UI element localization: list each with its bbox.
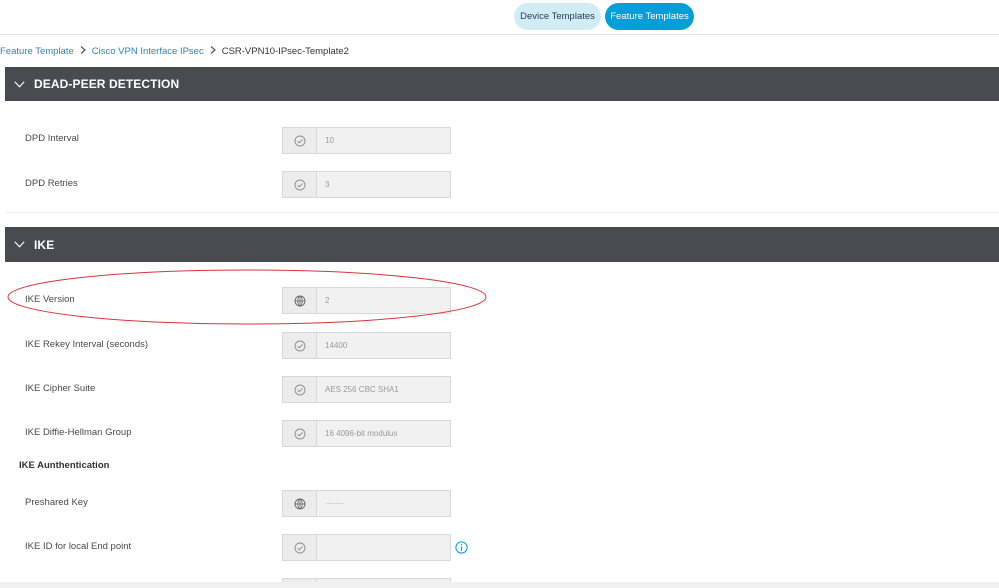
feature-templates-tab[interactable]: Feature Templates — [605, 3, 694, 30]
check-circle-icon — [294, 542, 305, 553]
chevron-down-icon — [13, 239, 25, 251]
scope-selector[interactable] — [282, 420, 316, 447]
ike-cipher-suite-label: IKE Cipher Suite — [25, 383, 96, 394]
ike-dh-group-label: IKE Diffie-Hellman Group — [25, 427, 132, 438]
section-title: DEAD-PEER DETECTION — [34, 77, 180, 91]
section-title: IKE — [34, 237, 55, 252]
section-divider — [5, 212, 999, 213]
ike-authentication-heading: IKE Aunthentication — [19, 460, 110, 471]
check-circle-icon — [294, 384, 305, 395]
dead-peer-detection-section-header[interactable]: DEAD-PEER DETECTION — [5, 67, 999, 101]
check-circle-icon — [294, 340, 305, 351]
scope-selector[interactable] — [282, 127, 316, 154]
device-templates-tab[interactable]: Device Templates — [514, 3, 601, 30]
chevron-right-icon — [210, 45, 216, 59]
check-circle-icon — [294, 179, 305, 190]
chevron-right-icon — [80, 45, 86, 59]
dpd-retries-input[interactable]: 3 — [316, 171, 451, 198]
ike-version-label: IKE Version — [25, 294, 75, 305]
ike-cipher-suite-select[interactable]: AES 256 CBC SHA1 — [316, 376, 451, 403]
ike-id-local-label: IKE ID for local End point — [25, 541, 132, 552]
breadcrumb-current: CSR-VPN10-IPsec-Template2 — [221, 46, 349, 57]
dpd-retries-label: DPD Retries — [25, 178, 78, 189]
ike-rekey-interval-input[interactable]: 14400 — [316, 332, 451, 359]
breadcrumb-vpn-interface-link[interactable]: Cisco VPN Interface IPsec — [92, 45, 204, 59]
dpd-interval-field: 10 — [282, 127, 451, 154]
preshared-key-label: Preshared Key — [25, 497, 88, 508]
bottom-scroll-strip — [0, 582, 999, 588]
ike-section-header[interactable]: IKE — [5, 227, 999, 262]
scope-selector[interactable] — [282, 376, 316, 403]
ike-cipher-suite-field: AES 256 CBC SHA1 — [282, 376, 451, 403]
ike-dh-group-select[interactable]: 16 4096-bit modulus — [316, 420, 451, 447]
breadcrumb: Feature Template Cisco VPN Interface IPs… — [0, 45, 349, 59]
top-bar: Device Templates Feature Templates — [0, 0, 999, 35]
ike-rekey-interval-field: 14400 — [282, 332, 451, 359]
ike-id-local-input[interactable] — [316, 534, 451, 561]
check-circle-icon — [294, 135, 305, 146]
scope-selector[interactable] — [282, 332, 316, 359]
dpd-interval-input[interactable]: 10 — [316, 127, 451, 154]
info-icon[interactable] — [455, 541, 468, 554]
ike-dh-group-field: 16 4096-bit modulus — [282, 420, 451, 447]
preshared-key-field: ······· — [282, 490, 451, 517]
check-circle-icon — [294, 428, 305, 439]
chevron-down-icon — [13, 78, 25, 90]
scope-selector[interactable] — [282, 171, 316, 198]
ike-version-input[interactable]: 2 — [316, 287, 451, 314]
globe-icon — [294, 498, 305, 509]
scope-selector[interactable] — [282, 490, 316, 517]
dpd-interval-label: DPD Interval — [25, 133, 79, 144]
scope-selector[interactable] — [282, 534, 316, 561]
breadcrumb-feature-template-link[interactable]: Feature Template — [0, 45, 74, 59]
preshared-key-input[interactable]: ······· — [316, 490, 451, 517]
ike-rekey-interval-label: IKE Rekey Interval (seconds) — [25, 339, 149, 350]
globe-icon — [294, 295, 305, 306]
ike-version-field: 2 — [282, 287, 451, 314]
scope-selector[interactable] — [282, 287, 316, 314]
ike-id-local-field — [282, 534, 451, 561]
dpd-retries-field: 3 — [282, 171, 451, 198]
